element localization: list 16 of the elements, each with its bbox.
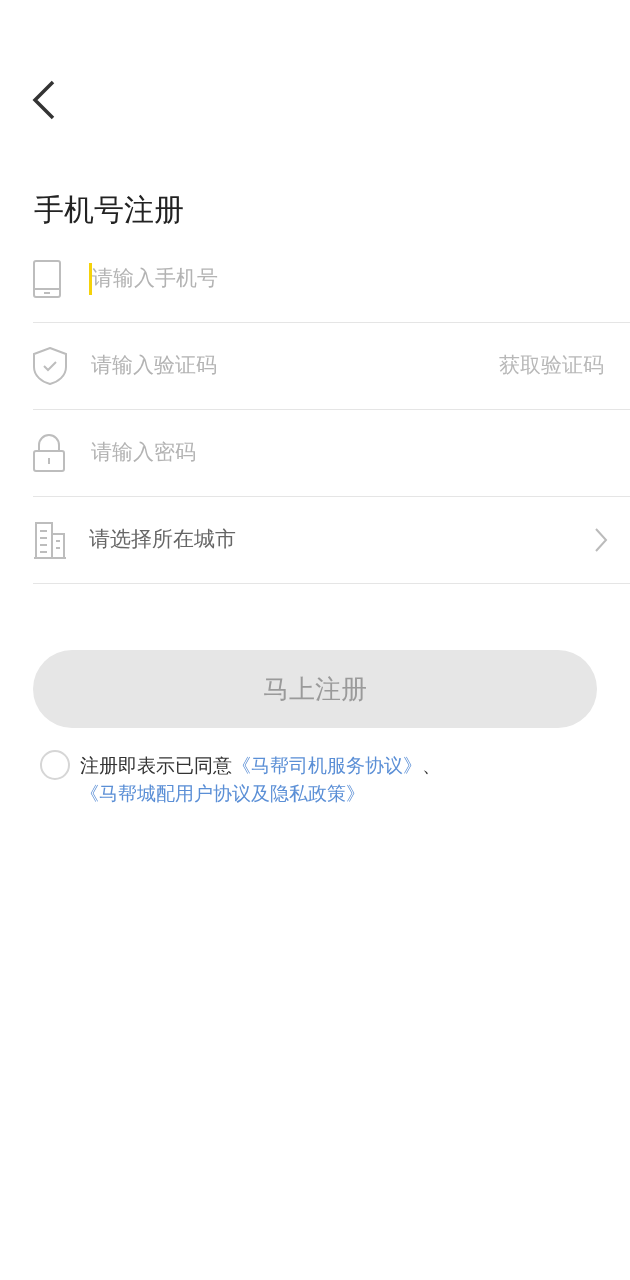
city-select[interactable]: 请选择所在城市	[89, 524, 630, 556]
agreement-text: 注册即表示已同意《马帮司机服务协议》、 《马帮城配用户协议及隐私政策》	[80, 753, 442, 806]
input-field[interactable]: 请输入手机号	[92, 263, 630, 295]
input-field[interactable]: 请输入验证码	[89, 350, 499, 382]
page-title: 手机号注册	[34, 191, 184, 229]
phone-icon	[33, 260, 61, 298]
building-icon	[33, 521, 67, 559]
shield-check-icon	[33, 347, 67, 385]
get-code-button[interactable]: 获取验证码	[499, 350, 604, 382]
input-field[interactable]: 请输入密码	[89, 437, 630, 469]
lock-icon	[33, 434, 65, 472]
service-agreement-link[interactable]: 《马帮司机服务协议》	[232, 754, 422, 776]
chevron-right-icon	[594, 527, 608, 553]
privacy-policy-link[interactable]: 《马帮城配用户协议及隐私政策》	[80, 782, 365, 804]
back-icon[interactable]	[32, 80, 56, 120]
agree-checkbox[interactable]	[40, 750, 70, 780]
